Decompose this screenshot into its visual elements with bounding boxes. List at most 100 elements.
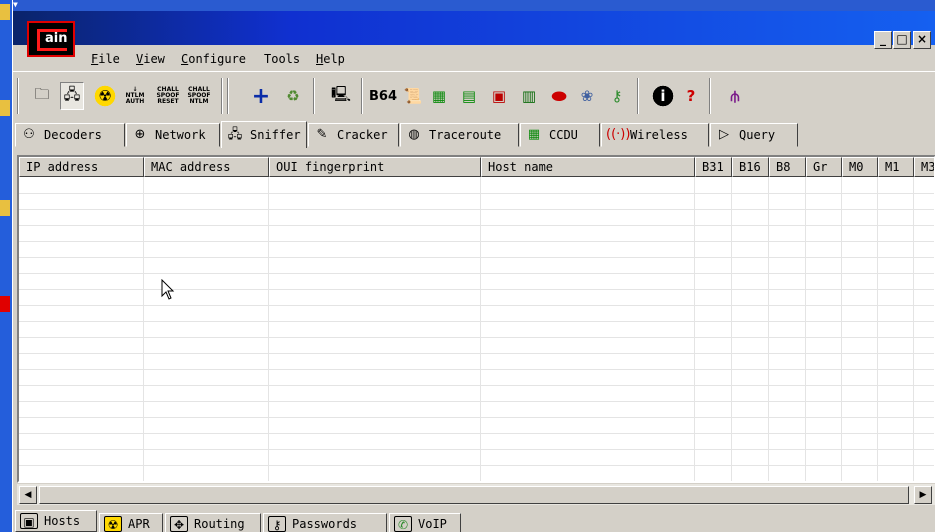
column-host-name[interactable]: Host name	[481, 157, 695, 177]
calculator-icon[interactable]: ▥	[517, 82, 541, 110]
column-b31[interactable]: B31	[695, 157, 732, 177]
scroll-thumb[interactable]	[39, 486, 909, 504]
scan-network-icon[interactable]: 🖳	[329, 82, 353, 110]
ccdu-icon: ▦	[527, 127, 541, 142]
column-m0[interactable]: M0	[842, 157, 878, 177]
grid-row-line	[19, 449, 934, 450]
desktop-folder-icon[interactable]	[0, 100, 10, 116]
main-tab-strip: ⚇ Decoders ⊕ Network 🖧 Sniffer ✎ Cracker ◍ Tr…	[13, 121, 935, 148]
tab-query[interactable]: ▷ Query	[710, 123, 798, 147]
grid-row-line	[19, 369, 934, 370]
monitor-icon[interactable]: ⬬	[547, 82, 571, 110]
grid-row-line	[19, 257, 934, 258]
tab-network[interactable]: ⊕ Network	[126, 123, 220, 147]
traceroute-icon: ◍	[408, 127, 420, 142]
column-oui-fingerprint[interactable]: OUI fingerprint	[269, 157, 481, 177]
chall-spoof-ntlm-icon[interactable]: CHALL SPOOF NTLM	[187, 82, 211, 110]
logo-text: ain	[45, 31, 68, 46]
grid-column-line	[877, 177, 878, 481]
lsa-secrets-icon[interactable]: 📜	[401, 82, 425, 110]
grid-row-line	[19, 465, 934, 466]
rdp-icon[interactable]: ▣	[487, 82, 511, 110]
desktop-folder-icon[interactable]	[0, 200, 10, 216]
column-b16[interactable]: B16	[732, 157, 769, 177]
column-gr[interactable]: Gr	[806, 157, 842, 177]
column-b8[interactable]: B8	[769, 157, 806, 177]
grid-column-line	[480, 177, 481, 481]
grid-column-line	[694, 177, 695, 481]
tab-sniffer[interactable]: 🖧 Sniffer	[221, 121, 307, 148]
hosts-list[interactable]: IP address MAC address OUI fingerprint H…	[17, 155, 935, 483]
open-folder-icon[interactable]: 🗀	[30, 82, 54, 110]
window-top-strip: ▼	[13, 0, 935, 11]
start-apr-icon[interactable]: ☢	[93, 82, 117, 110]
menu-configure[interactable]: Configure	[181, 52, 246, 66]
network-icon: ⊕	[134, 127, 146, 142]
wireless-icon: ((·))	[606, 127, 631, 142]
key-icon[interactable]: ⚷	[605, 82, 629, 110]
start-sniffer-icon[interactable]: 🖧	[60, 82, 84, 110]
grid-row-line	[19, 337, 934, 338]
menu-view[interactable]: View	[136, 52, 165, 66]
column-m3[interactable]: M3	[914, 157, 934, 177]
grid-column-line	[841, 177, 842, 481]
menu-help[interactable]: Help	[316, 52, 345, 66]
list-body	[19, 177, 934, 481]
desktop-cain-icon[interactable]	[0, 296, 10, 312]
column-m1[interactable]: M1	[878, 157, 914, 177]
scroll-left-button[interactable]: ◀	[19, 486, 37, 504]
title-bar[interactable]: ain _ □ ×	[13, 11, 935, 57]
grid-row-line	[19, 385, 934, 386]
column-ip-address[interactable]: IP address	[19, 157, 144, 177]
tab-apr[interactable]: ☢ APR	[99, 513, 163, 532]
grid-row-line	[19, 289, 934, 290]
tab-traceroute[interactable]: ◍ Traceroute	[400, 123, 519, 147]
menu-file[interactable]: File	[91, 52, 120, 66]
add-to-list-icon[interactable]: +	[249, 82, 273, 110]
tool-icon[interactable]: ⫛	[723, 82, 747, 110]
sniffer-icon: 🖧	[227, 127, 243, 142]
grid-row-line	[19, 417, 934, 418]
grid-row-line	[19, 209, 934, 210]
grid-row-line	[19, 225, 934, 226]
grid-column-line	[731, 177, 732, 481]
scroll-right-button[interactable]: ▶	[914, 486, 932, 504]
grid-column-line	[913, 177, 914, 481]
dialup-icon[interactable]: ❀	[575, 82, 599, 110]
grid-row-line	[19, 353, 934, 354]
apr-icon: ☢	[104, 516, 122, 532]
tab-decoders[interactable]: ⚇ Decoders	[15, 123, 125, 147]
chall-spoof-reset-icon[interactable]: CHALL SPOOF RESET	[156, 82, 180, 110]
column-mac-address[interactable]: MAC address	[144, 157, 269, 177]
grid-row-line	[19, 433, 934, 434]
grid-row-line	[19, 241, 934, 242]
grid-row-line	[19, 305, 934, 306]
grid-row-line	[19, 401, 934, 402]
tab-ccdu[interactable]: ▦ CCDU	[520, 123, 600, 147]
vpn-icon[interactable]: ▤	[457, 82, 481, 110]
voip-icon: ✆	[394, 516, 412, 532]
grid-column-line	[268, 177, 269, 481]
mouse-cursor-icon	[161, 279, 175, 300]
about-icon[interactable]: i	[651, 82, 675, 110]
tab-cracker[interactable]: ✎ Cracker	[308, 123, 399, 147]
ntlm-auth-icon[interactable]: ↓ NTLM AUTH	[123, 82, 147, 110]
tab-voip[interactable]: ✆ VoIP	[389, 513, 461, 532]
tab-routing[interactable]: ✥ Routing	[165, 513, 261, 532]
base64-icon[interactable]: B64	[369, 82, 397, 110]
horizontal-scrollbar[interactable]: ◀ ▶	[17, 483, 935, 505]
grid-row-line	[19, 193, 934, 194]
remove-icon[interactable]: ♻	[281, 82, 305, 110]
toolbar: 🗀 🖧 ☢ ↓ NTLM AUTH CHALL SPOOF RESET CHALL SPO…	[13, 71, 935, 119]
network-monitor-icon[interactable]: ▦	[427, 82, 451, 110]
passwords-icon: ⚷	[268, 516, 286, 532]
desktop-folder-icon[interactable]	[0, 4, 10, 20]
help-icon[interactable]: ?	[679, 82, 703, 110]
tab-passwords[interactable]: ⚷ Passwords	[263, 513, 387, 532]
system-menu-icon[interactable]: ▼	[13, 0, 23, 10]
tab-wireless[interactable]: ((·)) Wireless	[601, 123, 709, 147]
menu-tools[interactable]: Tools	[264, 52, 300, 66]
decoders-icon: ⚇	[23, 127, 35, 142]
hosts-icon: ▣	[20, 513, 38, 529]
tab-hosts[interactable]: ▣ Hosts	[15, 510, 97, 532]
